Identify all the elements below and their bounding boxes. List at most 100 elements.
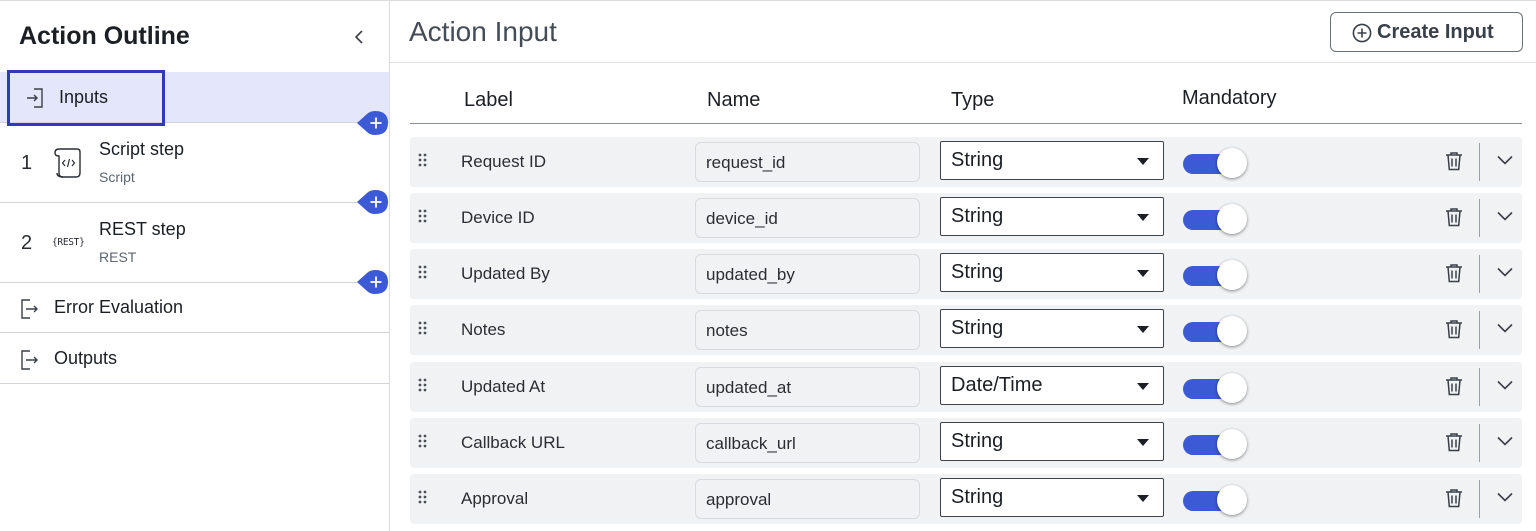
mandatory-toggle[interactable] — [1183, 485, 1247, 517]
toggle-knob — [1217, 260, 1247, 290]
trash-icon[interactable] — [1445, 488, 1463, 508]
mandatory-toggle[interactable] — [1183, 148, 1247, 180]
type-select-value: String — [951, 205, 1004, 227]
toggle-knob — [1217, 204, 1247, 234]
type-select[interactable]: String — [940, 309, 1164, 348]
exit-arrow-icon — [21, 299, 38, 319]
chevron-down-icon[interactable] — [1497, 492, 1513, 502]
sidebar-item-error-evaluation[interactable]: Error Evaluation — [0, 283, 389, 333]
column-header-mandatory: Mandatory — [1182, 87, 1277, 109]
chevron-down-icon[interactable] — [1497, 211, 1513, 221]
caret-down-icon — [1137, 270, 1149, 277]
mandatory-toggle[interactable] — [1183, 429, 1247, 461]
type-select[interactable]: String — [940, 141, 1164, 180]
input-name-field[interactable]: request_id — [695, 142, 920, 182]
caret-down-icon — [1137, 158, 1149, 165]
chevron-left-icon — [354, 30, 363, 44]
row-divider — [1479, 199, 1480, 237]
input-name-field[interactable]: approval — [695, 479, 920, 519]
type-select[interactable]: String — [940, 422, 1164, 461]
drag-handle-icon[interactable] — [418, 490, 428, 506]
chevron-down-icon[interactable] — [1497, 155, 1513, 165]
drag-handle-icon[interactable] — [418, 321, 428, 337]
trash-icon[interactable] — [1445, 207, 1463, 227]
row-divider — [1479, 480, 1480, 518]
step-name: REST step — [99, 219, 186, 239]
toggle-knob — [1217, 148, 1247, 178]
trash-icon[interactable] — [1445, 319, 1463, 339]
column-header-label: Label — [464, 89, 513, 111]
type-select-value: String — [951, 430, 1004, 452]
row-divider — [1479, 143, 1480, 181]
plus-icon — [357, 111, 388, 135]
input-name-field[interactable]: device_id — [695, 198, 920, 238]
mandatory-toggle[interactable] — [1183, 373, 1247, 405]
chevron-down-icon[interactable] — [1497, 267, 1513, 277]
drag-handle-icon[interactable] — [418, 265, 428, 281]
drag-handle-icon[interactable] — [418, 209, 428, 225]
table-row: Updated At updated_at Date/Time — [410, 362, 1522, 412]
type-select[interactable]: Date/Time — [940, 366, 1164, 405]
mandatory-toggle[interactable] — [1183, 204, 1247, 236]
input-label: Notes — [461, 320, 506, 339]
row-divider — [1479, 311, 1480, 349]
sidebar-item-outputs[interactable]: Outputs — [0, 334, 389, 384]
action-outline-sidebar: Action Outline Inputs 1 Script step Scri… — [0, 0, 390, 531]
input-label: Request ID — [461, 152, 547, 171]
rest-icon: {REST} — [52, 237, 85, 248]
type-select-value: Date/Time — [951, 374, 1043, 396]
chevron-down-icon[interactable] — [1497, 380, 1513, 390]
script-icon — [54, 148, 81, 178]
input-label: Updated By — [461, 264, 550, 283]
input-label: Device ID — [461, 208, 535, 227]
trash-icon[interactable] — [1445, 151, 1463, 171]
focus-outline — [7, 70, 165, 126]
step-type: REST — [99, 249, 137, 265]
type-select[interactable]: String — [940, 478, 1164, 517]
add-step-button[interactable] — [357, 269, 389, 295]
drag-handle-icon[interactable] — [418, 153, 428, 169]
trash-icon[interactable] — [1445, 376, 1463, 396]
mandatory-toggle[interactable] — [1183, 316, 1247, 348]
exit-arrow-icon — [21, 350, 38, 370]
table-row: Device ID device_id String — [410, 193, 1522, 243]
caret-down-icon — [1137, 326, 1149, 333]
step-name: Script step — [99, 139, 185, 159]
create-input-label: Create Input — [1377, 21, 1494, 43]
add-step-button[interactable] — [357, 110, 389, 136]
row-divider — [1479, 368, 1480, 406]
type-select[interactable]: String — [940, 197, 1164, 236]
add-step-button[interactable] — [357, 189, 389, 215]
step-type: Script — [99, 169, 135, 185]
chevron-down-icon[interactable] — [1497, 323, 1513, 333]
trash-icon[interactable] — [1445, 432, 1463, 452]
input-name-field[interactable]: updated_at — [695, 367, 920, 407]
type-select-value: String — [951, 149, 1004, 171]
plus-icon — [357, 270, 388, 294]
plus-icon — [357, 190, 388, 214]
drag-handle-icon[interactable] — [418, 378, 428, 394]
caret-down-icon — [1137, 383, 1149, 390]
type-select[interactable]: String — [940, 253, 1164, 292]
header-divider — [410, 123, 1522, 124]
collapse-sidebar-button[interactable] — [348, 25, 370, 49]
toggle-knob — [1217, 485, 1247, 515]
plus-circle-icon — [1352, 23, 1372, 43]
toggle-knob — [1217, 373, 1247, 403]
action-input-panel: Action Input Create Input Label Name Typ… — [390, 0, 1536, 531]
toggle-knob — [1217, 316, 1247, 346]
column-header-name: Name — [707, 89, 761, 111]
sidebar-title: Action Outline — [19, 22, 190, 50]
create-input-button[interactable]: Create Input — [1330, 12, 1523, 52]
chevron-down-icon[interactable] — [1497, 436, 1513, 446]
row-divider — [1479, 424, 1480, 462]
table-row: Request ID request_id String — [410, 137, 1522, 187]
trash-icon[interactable] — [1445, 263, 1463, 283]
input-name-field[interactable]: notes — [695, 310, 920, 350]
input-label: Updated At — [461, 377, 546, 396]
input-name-field[interactable]: updated_by — [695, 254, 920, 294]
mandatory-toggle[interactable] — [1183, 260, 1247, 292]
drag-handle-icon[interactable] — [418, 434, 428, 450]
type-select-value: String — [951, 317, 1004, 339]
input-name-field[interactable]: callback_url — [695, 423, 920, 463]
